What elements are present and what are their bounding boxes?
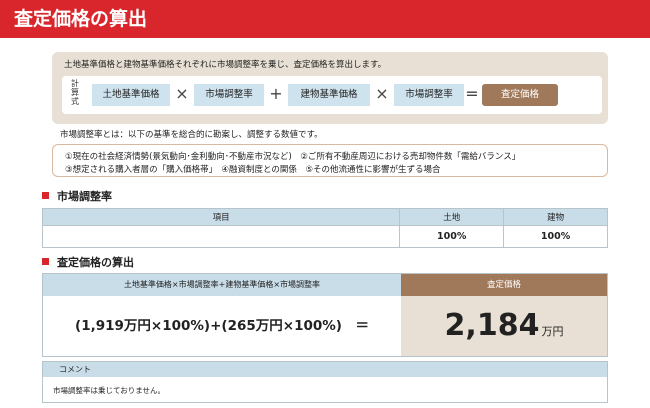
calc-area: 土地基準価格×市場調整率+建物基準価格×市場調整率 査定価格 (1,919万円×… [42, 273, 608, 357]
section-marker-icon [42, 258, 49, 265]
term-land-base: 土地基準価格 [92, 84, 170, 106]
value-land: 100% [399, 225, 505, 248]
formula-row: 計 算 式 土地基準価格 × 市場調整率 + 建物基準価格 × 市場調整率 = … [62, 76, 602, 114]
value-building: 100% [503, 225, 608, 248]
header-land: 土地 [399, 208, 505, 226]
factor-line-2: ③想定される購入者層の「購入価格帯」 ④融資制度との関係 ⑤その他流通性に影響が… [65, 165, 441, 175]
rate-definition: 市場調整率とは：以下の基準を総合的に勘案し、調整する数値です。 [60, 130, 323, 140]
rate-table: 項目 土地 建物 100% 100% [41, 208, 608, 248]
calc-result: 2,184 万円 [401, 296, 607, 356]
term-rate-2: 市場調整率 [394, 84, 464, 106]
calc-formula-header: 土地基準価格×市場調整率+建物基準価格×市場調整率 [43, 274, 401, 296]
formula-panel: 土地基準価格と建物基準価格それぞれに市場調整率を乗じ、査定価格を算出します。 計… [52, 52, 608, 124]
times-operator-2: × [375, 84, 389, 103]
term-rate-1: 市場調整率 [194, 84, 264, 106]
comment-body: 市場調整率は乗じておりません。 [53, 386, 166, 395]
header-item: 項目 [41, 208, 401, 226]
formula-result: 査定価格 [482, 84, 558, 106]
calc-result-header: 査定価格 [401, 274, 607, 296]
formula-description: 土地基準価格と建物基準価格それぞれに市場調整率を乗じ、査定価格を算出します。 [64, 60, 387, 70]
result-value: 2,184 [444, 308, 540, 343]
value-item [41, 225, 401, 248]
result-unit: 万円 [541, 325, 564, 338]
rate-table-header: 項目 土地 建物 [41, 208, 608, 226]
calc-expression: (1,919万円×100%)+(265万円×100%) ＝ [43, 296, 401, 356]
comment-title: コメント [43, 362, 607, 377]
header-building: 建物 [503, 208, 608, 226]
calc-section-title: 査定価格の算出 [42, 254, 134, 270]
equals-operator: = [465, 84, 479, 103]
factor-box: ①現在の社会経済情勢(景気動向･金利動向･不動産市況など) ②ご所有不動産周辺に… [52, 144, 608, 177]
times-operator: × [175, 84, 189, 103]
plus-operator: + [269, 84, 283, 103]
calc-label: 計 算 式 [71, 79, 79, 106]
section-marker-icon [42, 192, 49, 199]
rate-section-title: 市場調整率 [42, 188, 112, 204]
page-title: 査定価格の算出 [0, 0, 650, 38]
table-row: 100% 100% [41, 225, 608, 248]
comment-area: コメント 市場調整率は乗じておりません。 [42, 361, 608, 403]
term-building-base: 建物基準価格 [288, 84, 370, 106]
factor-line-1: ①現在の社会経済情勢(景気動向･金利動向･不動産市況など) ②ご所有不動産周辺に… [65, 152, 521, 162]
